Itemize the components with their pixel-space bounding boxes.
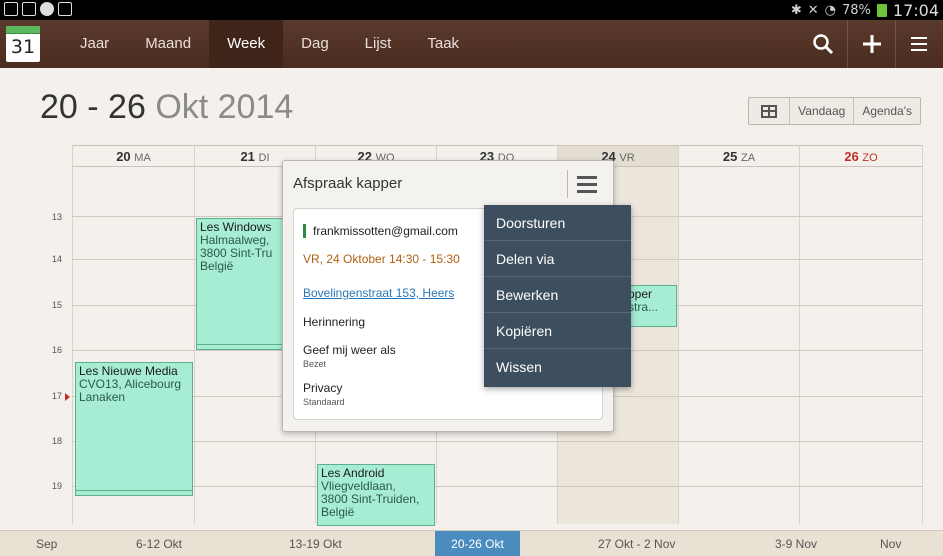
page-title: 20 - 26 Okt 2014 xyxy=(40,88,293,127)
more-options-icon[interactable] xyxy=(567,170,605,198)
timeline-item[interactable]: 6-12 Okt xyxy=(136,531,182,556)
wifi-icon: ◔ xyxy=(824,2,836,18)
tab-list[interactable]: Lijst xyxy=(347,20,410,68)
hour-label: 13 xyxy=(52,212,63,222)
battery-icon xyxy=(876,3,887,17)
view-tabs: Jaar Maand Week Dag Lijst Taak xyxy=(62,20,477,68)
allday-cell[interactable] xyxy=(72,167,194,212)
privacy-field: Privacy Standaard xyxy=(303,381,345,407)
menu-icon[interactable] xyxy=(895,20,943,68)
event-time: VR, 24 Oktober 14:30 - 15:30 xyxy=(303,252,460,266)
mute-icon: ✕ xyxy=(807,2,819,18)
timeline-item[interactable]: Nov xyxy=(880,531,901,556)
menu-item-forward[interactable]: Doorsturen xyxy=(484,205,631,241)
timeline-item-current[interactable]: 20-26 Okt xyxy=(435,531,520,556)
check-notification-icon xyxy=(40,2,54,16)
hour-label: 19 xyxy=(52,481,63,491)
menu-item-delete[interactable]: Wissen xyxy=(484,349,631,385)
event-location-link[interactable]: Bovelingenstraat 153, Heers xyxy=(303,286,454,300)
hour-label: 18 xyxy=(52,436,63,446)
timeline-item[interactable]: 3-9 Nov xyxy=(775,531,817,556)
allday-cell[interactable] xyxy=(678,167,799,212)
date-range: 20 - 26 xyxy=(40,88,146,126)
calendar-app-icon-day: 31 xyxy=(10,36,36,58)
event-les-android[interactable]: Les Android Vliegveldlaan, 3800 Sint-Tru… xyxy=(317,464,435,526)
event-les-nieuwe-media[interactable]: Les Nieuwe Media CVO13, Alicebourg Lanak… xyxy=(75,362,193,496)
resize-handle[interactable] xyxy=(76,490,192,495)
battery-percent: 78% xyxy=(841,2,871,18)
upload-notification-icon xyxy=(58,2,72,16)
notification-icons xyxy=(4,2,72,16)
tab-day[interactable]: Dag xyxy=(283,20,347,68)
clock: 17:04 xyxy=(892,0,939,20)
today-button[interactable]: Vandaag xyxy=(789,98,853,124)
app-actions xyxy=(799,20,943,68)
day-header-sun[interactable]: 26 ZO xyxy=(799,145,923,167)
show-as-field: Geef mij weer als Bezet xyxy=(303,343,396,369)
calendars-button[interactable]: Agenda's xyxy=(853,98,920,124)
gplus-notification-icon xyxy=(22,2,36,16)
tab-year[interactable]: Jaar xyxy=(62,20,127,68)
tab-task[interactable]: Taak xyxy=(409,20,477,68)
calendar-app-icon[interactable]: 31 xyxy=(6,26,40,62)
bluetooth-icon: ✱ xyxy=(790,2,802,18)
menu-item-edit[interactable]: Bewerken xyxy=(484,277,631,313)
event-title: Afspraak kapper xyxy=(293,175,403,192)
tab-week[interactable]: Week xyxy=(209,20,284,68)
event-calendar-account: frankmissotten@gmail.com xyxy=(303,224,458,238)
timeline-item[interactable]: 13-19 Okt xyxy=(289,531,342,556)
status-bar: ✱ ✕ ◔ 78% 17:04 xyxy=(0,0,943,20)
day-header-mon[interactable]: 20 MA xyxy=(72,145,194,167)
day-header-sat[interactable]: 25 ZA xyxy=(678,145,799,167)
tab-month[interactable]: Maand xyxy=(127,20,209,68)
header-buttons: Vandaag Agenda's xyxy=(748,97,921,125)
image-notification-icon xyxy=(4,2,18,16)
current-time-marker xyxy=(65,393,70,401)
month-year: Okt 2014 xyxy=(155,88,294,126)
hour-line xyxy=(72,441,923,442)
view-toggle-button[interactable] xyxy=(749,98,789,124)
hour-label: 16 xyxy=(52,345,63,355)
system-indicators: ✱ ✕ ◔ 78% 17:04 xyxy=(791,0,939,20)
context-menu: Doorsturen Delen via Bewerken Kopiëren W… xyxy=(484,205,631,387)
add-icon[interactable] xyxy=(847,20,895,68)
allday-cell[interactable] xyxy=(799,167,923,212)
hour-label: 15 xyxy=(52,300,63,310)
menu-item-share[interactable]: Delen via xyxy=(484,241,631,277)
timeline-item[interactable]: Sep xyxy=(36,531,57,556)
hour-line xyxy=(72,486,923,487)
week-timeline: Sep 6-12 Okt 13-19 Okt 20-26 Okt 27 Okt … xyxy=(0,530,943,556)
grid-icon xyxy=(761,104,778,118)
reminder-label: Herinnering xyxy=(303,315,366,329)
menu-item-copy[interactable]: Kopiëren xyxy=(484,313,631,349)
timeline-item[interactable]: 27 Okt - 2 Nov xyxy=(598,531,675,556)
hour-label: 17 xyxy=(52,391,63,401)
search-icon[interactable] xyxy=(799,20,847,68)
app-bar: 31 Jaar Maand Week Dag Lijst Taak xyxy=(0,20,943,68)
hour-label: 14 xyxy=(52,254,63,264)
